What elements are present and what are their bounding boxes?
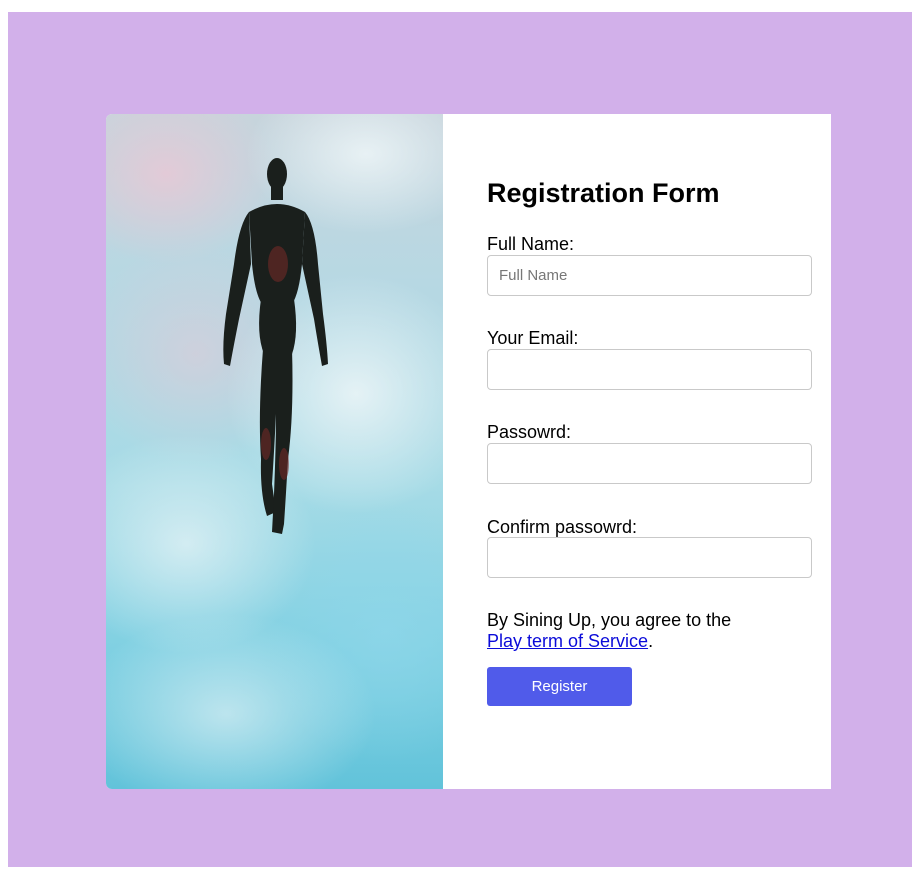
email-label: Your Email: (487, 328, 579, 348)
full-name-input[interactable] (487, 255, 812, 296)
password-label: Passowrd: (487, 422, 572, 442)
confirm-password-input[interactable] (487, 537, 812, 578)
flying-figure-illustration (106, 114, 443, 789)
full-name-label: Full Name: (487, 234, 575, 254)
register-button[interactable]: Register (487, 667, 632, 706)
form-title: Registration Form (487, 178, 720, 208)
agreement-text: By Sining Up, you agree to the (487, 610, 732, 630)
email-input[interactable] (487, 349, 812, 390)
terms-of-service-link[interactable]: Play term of Service (487, 631, 648, 651)
registration-card: Registration Form Full Name: Your Email:… (106, 114, 831, 789)
page-background: Registration Form Full Name: Your Email:… (8, 12, 912, 867)
agreement-period: . (648, 631, 654, 651)
hero-image (106, 114, 443, 789)
confirm-password-label: Confirm passowrd: (487, 517, 638, 537)
terms-agreement: By Sining Up, you agree to the Play term… (487, 610, 812, 652)
password-input[interactable] (487, 443, 812, 484)
